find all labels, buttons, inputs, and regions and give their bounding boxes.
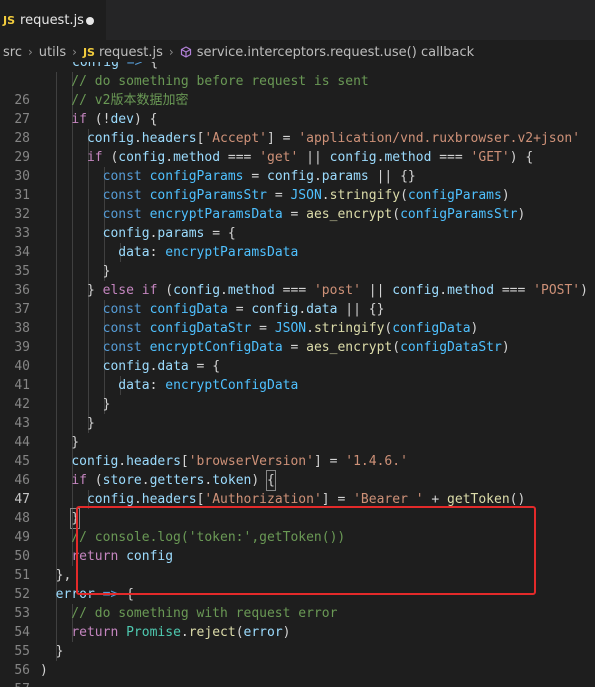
code-text: }, — [40, 568, 72, 583]
code-text: } — [40, 264, 111, 279]
unsaved-changes-dot-icon[interactable] — [86, 17, 94, 25]
code-line-27: 27 // v2版本数据加密 — [0, 91, 595, 127]
code-line-26: 26 // do something before request is sen… — [0, 72, 595, 108]
breadcrumb-item-file[interactable]: request.js — [99, 45, 163, 60]
code-line-32: 32 const configParamsStr = JSON.stringif… — [0, 186, 595, 222]
code-text: data: encryptConfigData — [118, 378, 299, 393]
code-line-47: 47 if (store.getters.token) { — [0, 470, 595, 507]
code-line-42: 42 data: encryptConfigData — [0, 376, 595, 412]
code-line-40: 40 const encryptConfigData = aes_encrypt… — [0, 338, 595, 374]
code-text: const configParamsStr = JSON.stringify(c… — [102, 188, 510, 203]
code-line-30: 30 if (config.method === 'get' || config… — [0, 148, 595, 184]
code-line-55: 55 return Promise.reject(error) — [0, 623, 595, 659]
code-line-29: 29 config.headers['Accept'] = 'applicati… — [0, 129, 595, 165]
code-text: if (!dev) { — [71, 112, 158, 127]
code-text: const configParams = config.params || {} — [102, 169, 416, 184]
code-text: } — [40, 416, 95, 431]
highlight-annotation-box — [76, 506, 536, 595]
code-text: // do something before request is sent — [40, 74, 369, 89]
code-text: // do something with request error — [40, 606, 338, 621]
code-line-43: 43 } — [0, 395, 595, 431]
code-line-44: 44 } — [0, 414, 595, 450]
code-text: if (store.getters.token) { — [71, 470, 276, 491]
code-line-39: 39 const configDataStr = JSON.stringify(… — [0, 319, 595, 355]
code-editor[interactable]: config => { 26 // do something before re… — [0, 62, 595, 687]
breadcrumb: src › utils › JS request.js › service.in… — [0, 40, 595, 64]
code-text: ) — [40, 663, 48, 678]
code-line-36: 36 } — [0, 262, 595, 298]
code-text: config.data = { — [102, 359, 221, 374]
code-text: const encryptParamsData = aes_encrypt(co… — [102, 207, 526, 222]
code-line-37: 37 } else if (config.method === 'post' |… — [0, 281, 595, 317]
code-text: return Promise.reject(error) — [71, 625, 291, 640]
breadcrumb-item-utils[interactable]: utils — [39, 45, 66, 60]
code-line-35: 35 data: encryptParamsData — [0, 243, 595, 279]
code-text: config.headers['browserVersion'] = '1.4.… — [71, 454, 408, 469]
chevron-right-icon: › — [168, 45, 174, 59]
code-line-33: 33 const encryptParamsData = aes_encrypt… — [0, 205, 595, 241]
javascript-file-icon: JS — [82, 45, 95, 59]
javascript-file-icon: JS — [3, 14, 16, 27]
code-text: } — [40, 435, 80, 450]
code-line-57: 57 ) — [0, 661, 595, 687]
code-line-45: 45 } — [0, 433, 595, 469]
code-text: const configDataStr = JSON.stringify(con… — [102, 321, 479, 336]
code-line-38: 38 const configData = config.data || {} — [0, 300, 595, 336]
code-text: } — [40, 397, 111, 412]
code-text: if (config.method === 'get' || config.me… — [86, 150, 534, 165]
code-text: config.params = { — [102, 226, 236, 241]
tab-label: request.js — [20, 13, 84, 28]
chevron-right-icon: › — [27, 45, 33, 59]
code-text: const configData = config.data || {} — [102, 302, 385, 317]
code-text: const encryptConfigData = aes_encrypt(co… — [102, 340, 510, 355]
code-text: } — [40, 644, 64, 659]
chevron-right-icon: › — [72, 45, 77, 59]
code-line-41: 41 config.data = { — [0, 357, 595, 393]
code-line-54: 54 // do something with request error — [0, 604, 595, 640]
code-text: } else if (config.method === 'post' || c… — [40, 283, 588, 298]
code-line-partial: config => { — [72, 62, 159, 70]
code-text: } — [70, 508, 81, 529]
breadcrumb-item-src[interactable]: src — [3, 45, 22, 60]
code-line-31: 31 const configParams = config.params ||… — [0, 167, 595, 203]
code-text: config.headers['Accept'] = 'application/… — [86, 131, 581, 146]
symbol-method-icon — [180, 46, 192, 58]
tab-request-js[interactable]: JS request.js — [0, 0, 106, 40]
code-text: data: encryptParamsData — [118, 245, 299, 260]
code-line-58: 58 — [0, 680, 595, 687]
code-line-28: 28 if (!dev) { — [0, 110, 595, 146]
breadcrumb-item-callback[interactable]: service.interceptors.request.use() callb… — [197, 45, 474, 60]
code-line-34: 34 config.params = { — [0, 224, 595, 260]
code-text: // v2版本数据加密 — [40, 93, 189, 108]
code-line-56: 56 } — [0, 642, 595, 678]
editor-tab-bar: JS request.js — [0, 0, 595, 40]
code-line-46: 46 config.headers['browserVersion'] = '1… — [0, 452, 595, 488]
